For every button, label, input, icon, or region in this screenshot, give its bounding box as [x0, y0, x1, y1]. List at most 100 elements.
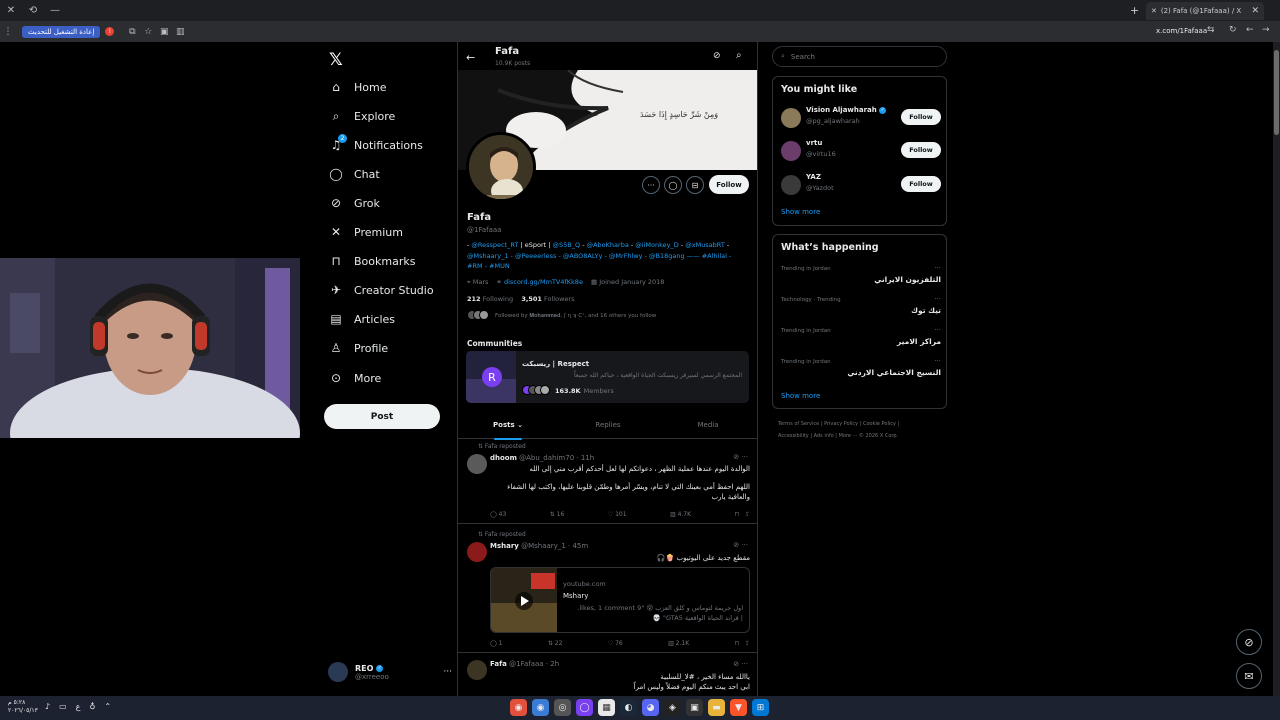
translate-icon[interactable]: ⇆ — [1207, 25, 1215, 35]
app-icon[interactable]: ▣ — [686, 699, 703, 716]
suggestion-item[interactable]: vrtu @virtu16 Follow — [781, 139, 941, 163]
nav-creator-studio[interactable]: ✈ Creator Studio — [329, 283, 434, 297]
bio-mention[interactable]: @xMusabRT — [685, 241, 725, 249]
language-indicator[interactable]: ع — [76, 702, 81, 711]
reply-button[interactable]: ◯ 43 — [490, 511, 506, 518]
url-field[interactable]: x.com/1Fafaaa — [1156, 27, 1207, 35]
footer-line[interactable]: Accessibility | Ads info | More ··· © 20… — [778, 430, 948, 442]
tweet[interactable]: Fafa @1Fafaaa · 2h ⊘ ··· ياالله مساء الخ… — [458, 654, 757, 696]
reload-icon[interactable]: ⟲ — [22, 5, 44, 16]
discord-icon[interactable]: ◕ — [642, 699, 659, 716]
bio-mention[interactable]: @AboKharba — [587, 241, 629, 249]
post-button[interactable]: Post — [324, 404, 440, 429]
clock[interactable]: ٥:٢٨ م ٢٠٢٦/٠٥/١٣ — [8, 699, 38, 715]
nav-home[interactable]: ⌂ Home — [329, 80, 386, 94]
microphone-icon[interactable]: ♁ — [89, 702, 95, 711]
youtube-link-card[interactable]: youtube.com Mshary اول جريمة لتوماس و كل… — [490, 567, 750, 633]
nav-premium[interactable]: ✕ Premium — [329, 225, 403, 239]
sidebar-icon[interactable]: ▥ — [172, 27, 188, 37]
grok-icon[interactable]: ⊘ — [713, 51, 721, 61]
volume-icon[interactable]: ♪ — [45, 702, 50, 711]
scrollbar[interactable] — [1273, 42, 1280, 696]
app-icon[interactable]: ▦ — [598, 699, 615, 716]
bio-mentions-line[interactable]: @Mshaary_1 - @Peeeerless - @ABO8ALYy - @… — [467, 251, 749, 262]
new-tab-icon[interactable]: + — [1130, 4, 1139, 17]
nav-articles[interactable]: ▤ Articles — [329, 312, 395, 326]
follow-button[interactable]: Follow — [901, 142, 941, 158]
bio-mention[interactable]: @iiMonkey_D — [635, 241, 678, 249]
tweet-author[interactable]: dhoom — [490, 454, 517, 462]
tweet-more-icon[interactable]: ⊘ ··· — [733, 453, 748, 461]
trend-more-icon[interactable]: ··· — [934, 295, 941, 303]
trend-item[interactable]: Trending in Jordan ··· مراكز الامير — [781, 326, 941, 356]
update-button[interactable]: إعادة التشغيل للتحديث — [22, 25, 101, 38]
views-button[interactable]: ▥ 2.1K — [668, 640, 689, 647]
tab-replies[interactable]: Replies — [558, 414, 658, 438]
suggestion-item[interactable]: Vision Aljawharah ✓ @pg_aljawharah Follo… — [781, 106, 941, 130]
app-icon[interactable]: ◯ — [576, 699, 593, 716]
website-link[interactable]: discord.gg/MmTV4fKk8e — [504, 278, 583, 286]
grok-fab-icon[interactable]: ⊘ — [1236, 629, 1262, 655]
avatar[interactable] — [467, 660, 487, 680]
extensions-icon[interactable]: ⧉ — [124, 27, 140, 37]
community-card[interactable]: R ريسبكت | Respect المجتمع الرسمي لسيرفر… — [466, 351, 749, 403]
tweet[interactable]: ⇅ Fafa reposted dhoom @Abu_dahim70 · 11h… — [458, 440, 757, 524]
subscribe-icon[interactable]: ⊟ — [686, 176, 704, 194]
bio-mention[interactable]: @Resspect_RT — [471, 241, 518, 249]
follow-button[interactable]: Follow — [709, 175, 749, 194]
show-more-link[interactable]: Show more — [781, 208, 820, 216]
folder-icon[interactable]: ▬ — [708, 699, 725, 716]
back-arrow-icon[interactable]: ← — [466, 51, 475, 64]
followers-link[interactable]: 3,501 Followers — [521, 295, 574, 303]
website[interactable]: ⚭ discord.gg/MmTV4fKk8e — [496, 278, 583, 287]
refresh-icon[interactable]: ↻ — [1229, 25, 1237, 35]
tab-posts[interactable]: Posts ⌄ — [458, 414, 558, 440]
tweet-author[interactable]: Mshary — [490, 542, 519, 550]
bookmark-icon[interactable]: ⊓ ⇪ — [735, 640, 750, 647]
chevron-up-icon[interactable]: ⌃ — [104, 702, 111, 711]
bio-mention[interactable]: @S5B_Q — [553, 241, 581, 249]
show-more-link[interactable]: Show more — [781, 392, 820, 400]
app-icon[interactable]: ◎ — [554, 699, 571, 716]
trend-more-icon[interactable]: ··· — [934, 326, 941, 334]
network-icon[interactable]: ▭ — [59, 702, 67, 711]
trend-item[interactable]: Trending in Jordan ··· النسيج الاجتماعي … — [781, 357, 941, 387]
app-icon[interactable]: ◉ — [510, 699, 527, 716]
x-logo-icon[interactable]: 𝕏 — [329, 50, 343, 70]
followed-by[interactable]: Followed by 𝐌𝐨𝐡𝐚𝐦𝐦𝐞𝐝, ʃ ɳ ʞ ᑕᐟ, and 16 o… — [467, 310, 656, 322]
tweet-author[interactable]: Fafa — [490, 660, 507, 668]
trend-more-icon[interactable]: ··· — [934, 357, 941, 365]
follow-button[interactable]: Follow — [901, 176, 941, 192]
trend-item[interactable]: Technology · Trending ··· تيك توك — [781, 295, 941, 325]
trend-more-icon[interactable]: ··· — [934, 264, 941, 272]
nav-profile[interactable]: ♙ Profile — [329, 341, 389, 355]
like-button[interactable]: ♡ 101 — [608, 511, 627, 518]
app-icon[interactable]: ◈ — [664, 699, 681, 716]
suggestion-item[interactable]: YAZ @Yazdot Follow — [781, 173, 941, 197]
browser-tab[interactable]: ✕ (2) Fafa (@1Fafaaa) / X ✕ — [1146, 2, 1264, 20]
repost-button[interactable]: ⇅ 22 — [548, 640, 563, 647]
nav-explore[interactable]: ⌕ Explore — [329, 109, 396, 124]
search-input[interactable]: ⌕ Search — [772, 46, 947, 67]
screenshot-icon[interactable]: ▣ — [156, 27, 172, 37]
account-switcher[interactable]: REO ✓ @xrreeoo ··· — [328, 662, 452, 682]
windows-start-icon[interactable]: ⊞ — [752, 699, 769, 716]
back-icon[interactable]: ← — [1246, 25, 1254, 35]
nav-chat[interactable]: ◯ Chat — [329, 167, 379, 181]
menu-dots-icon[interactable]: ⋮ — [0, 27, 16, 37]
more-options-icon[interactable]: ··· — [642, 176, 660, 194]
star-icon[interactable]: ☆ — [140, 27, 156, 37]
tweet-more-icon[interactable]: ⊘ ··· — [733, 660, 748, 668]
forward-icon[interactable]: → — [1262, 25, 1270, 35]
reply-button[interactable]: ◯ 1 — [490, 640, 502, 647]
grok-summary-icon[interactable]: ◯ — [664, 176, 682, 194]
close-window-icon[interactable]: ✕ — [0, 5, 22, 16]
repost-button[interactable]: ⇅ 16 — [550, 511, 565, 518]
nav-notifications[interactable]: ♫ 2 Notifications — [329, 134, 423, 152]
views-button[interactable]: ▥ 4.7K — [670, 511, 691, 518]
avatar[interactable] — [467, 542, 487, 562]
bio-hashtags-line[interactable]: #RM - #MUN — [467, 261, 749, 272]
tab-media[interactable]: Media — [658, 414, 757, 438]
avatar[interactable] — [467, 454, 487, 474]
brave-icon[interactable]: ▼ — [730, 699, 747, 716]
